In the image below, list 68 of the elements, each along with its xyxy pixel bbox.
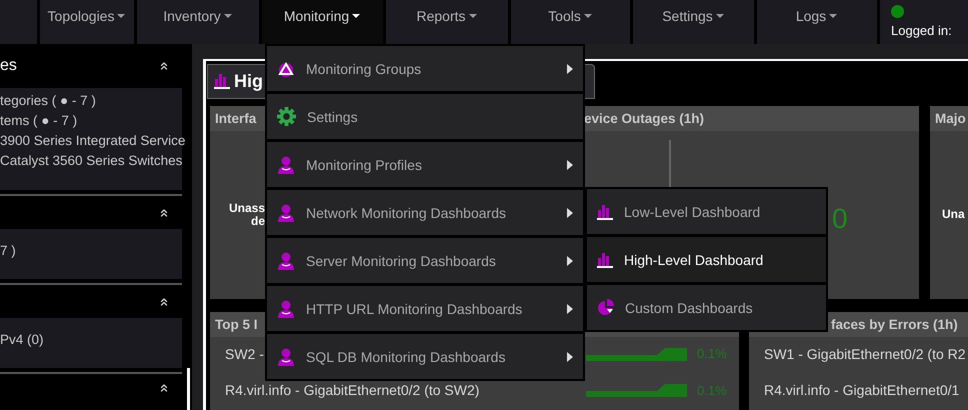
widget-title: faces by Errors (1h) [831,317,958,332]
submenu-arrow-icon [567,256,573,266]
bar-chart-icon [214,73,230,90]
menu-item[interactable]: HTTP URL Monitoring Dashboards [267,286,583,331]
submenu-arrow-icon [567,208,573,218]
submenu-arrow-icon [567,352,573,362]
dashboard-title: Hig [234,70,263,92]
widget-title: evice Outages (1h) [584,110,704,126]
submenu-arrow-icon [567,304,573,314]
caret-icon [582,13,593,19]
person-icon [277,300,295,318]
nav-menu-item[interactable]: Logs [796,8,838,24]
collapse-icon[interactable] [158,60,170,72]
utilization-reading: 0.1% [697,346,728,361]
menu-item[interactable]: SQL DB Monitoring Dashboards [267,334,583,379]
sidebar-item[interactable]: Pv4 (0) [0,331,44,348]
sidebar-item[interactable]: 3900 Series Integrated Service [0,132,186,149]
widget-text: de [250,214,265,228]
section-title: es [0,57,17,75]
widget-title: Interfa [215,110,256,126]
nav-menu-item[interactable]: Settings [662,8,725,24]
widget-title: Majo [935,110,966,126]
submenu-arrow-icon [567,160,573,170]
interface-name: SW1 - GigabitEthernet0/2 (to R2 [764,346,966,362]
caret-icon [351,13,362,19]
widget-text: Una [942,208,965,222]
collapse-icon[interactable] [158,382,170,394]
menu-item[interactable]: Custom Dashboards [587,285,826,330]
caret-icon [714,13,725,19]
nav-menu-item[interactable]: Reports [416,8,478,24]
pie-chart-icon [597,299,614,316]
logged-in-label: Logged in: [891,23,952,38]
menu-item[interactable]: Monitoring Groups [267,46,583,91]
bar-chart-icon [597,204,613,220]
outage-count: 0 [832,202,848,235]
person-icon [277,348,295,366]
sidebar-item[interactable]: 7 ) [0,242,16,259]
interface-name: SW2 - [225,346,264,362]
menu-item[interactable]: High-Level Dashboard [587,237,826,282]
interface-name: R4.virl.info - GigabitEthernet0/1 [764,382,960,398]
utilization-reading: 0.1% [697,382,728,398]
caret-icon [116,13,126,19]
person-icon [277,156,295,174]
menu-item[interactable]: Server Monitoring Dashboards [267,238,583,283]
scrollbar[interactable] [186,368,190,410]
caret-icon [828,13,838,19]
caret-icon [222,13,233,19]
menu-item[interactable]: Settings [267,94,583,139]
bar-chart-icon [597,252,613,268]
triangle-icon [277,60,295,76]
navbar-item-background [0,0,37,44]
collapse-icon[interactable] [158,296,170,308]
collapse-icon[interactable] [158,206,170,218]
menu-item[interactable]: Network Monitoring Dashboards [267,190,583,235]
widget-text: Unass [228,202,265,215]
sidebar-item[interactable]: tegories ( ● - 7 ) [0,92,96,109]
person-icon [277,204,295,222]
menu-item[interactable]: Low-Level Dashboard [587,189,826,234]
sidebar-item[interactable]: Catalyst 3560 Series Switches [0,152,182,169]
caret-icon [468,13,478,19]
widget-title: Top 5 I [215,317,258,332]
interface-name: R4.virl.info - GigabitEthernet0/2 (to SW2) [225,382,480,398]
submenu-arrow-icon [567,64,573,74]
nav-menu-item[interactable]: Tools [548,8,593,24]
sidebar-item[interactable]: tems ( ● - 7 ) [0,112,78,129]
menu-item[interactable]: Monitoring Profiles [267,142,583,187]
person-icon [277,252,295,270]
gear-icon [277,107,296,126]
